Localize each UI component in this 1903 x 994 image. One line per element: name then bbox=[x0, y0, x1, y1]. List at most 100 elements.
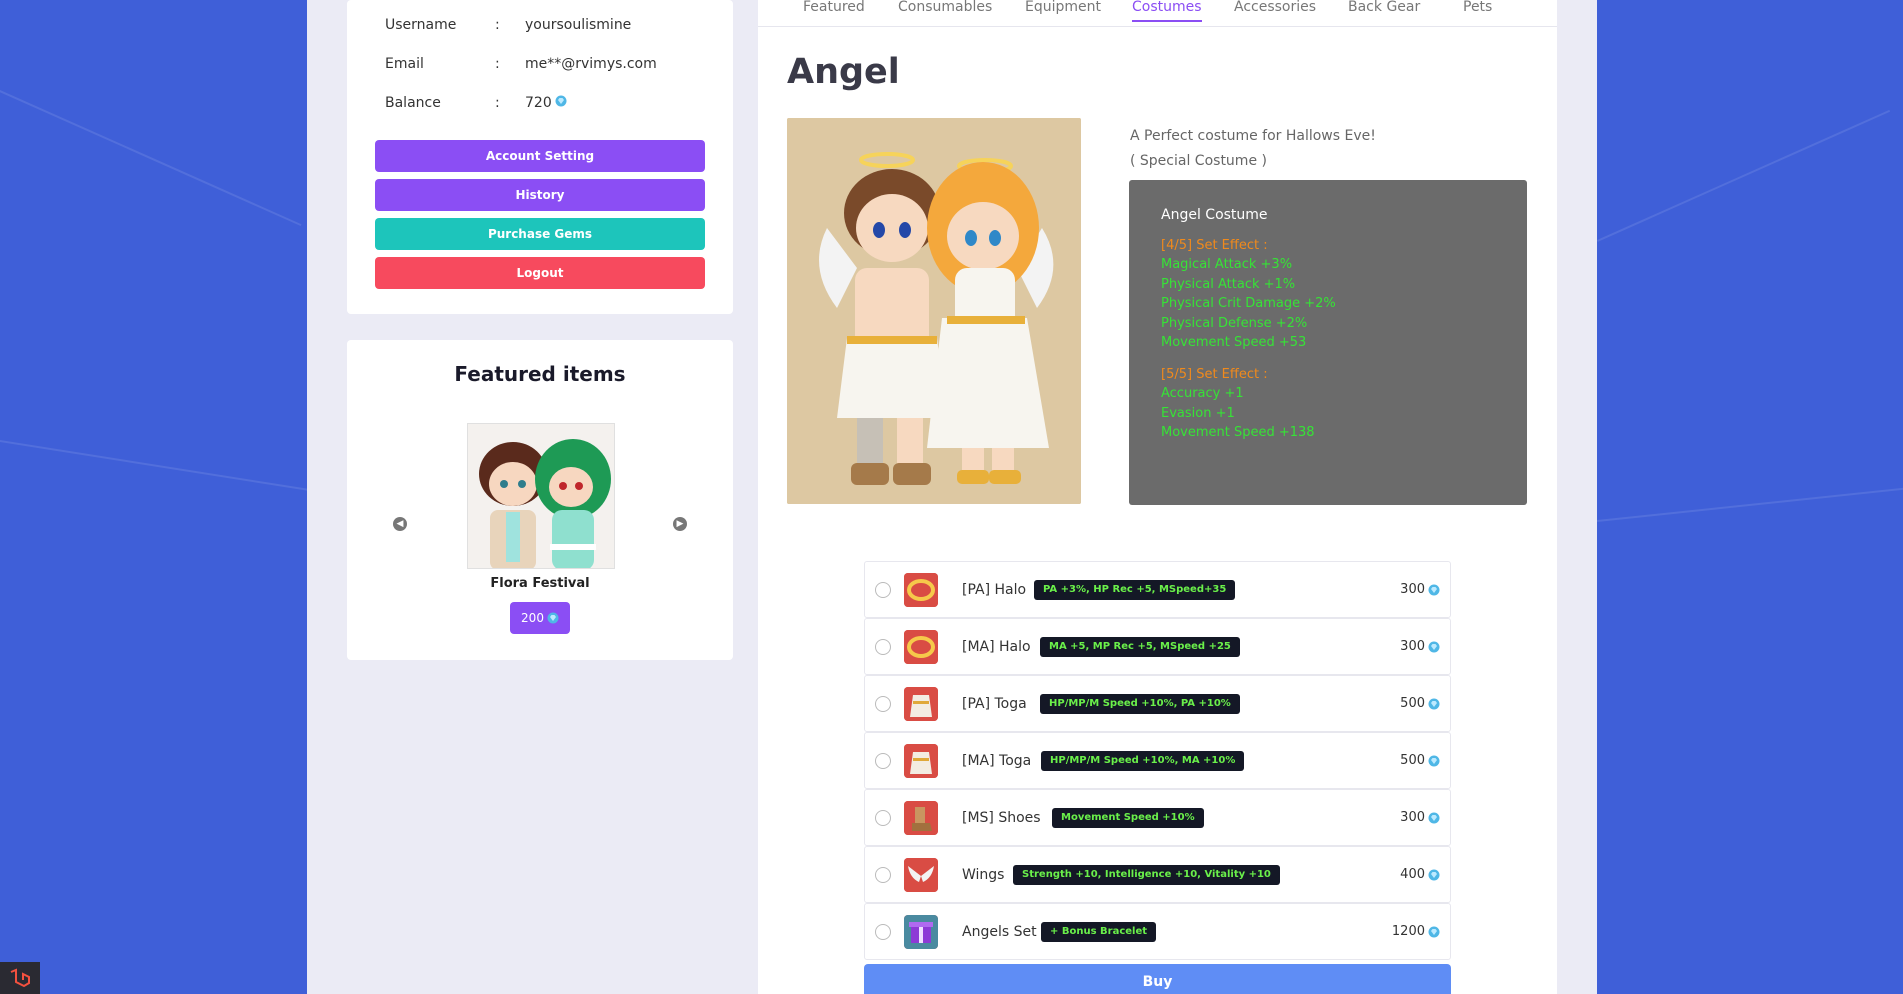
effects-heading: Angel Costume bbox=[1161, 207, 1268, 223]
item-name: [PA] Toga bbox=[962, 695, 1027, 712]
buy-button[interactable]: Buy bbox=[864, 964, 1451, 994]
item-radio[interactable] bbox=[875, 752, 891, 769]
item-option-list: [PA] Halo PA +3%, HP Rec +5, MSpeed+35 3… bbox=[864, 561, 1451, 960]
wings-icon bbox=[904, 857, 938, 892]
item-option-row[interactable]: [MA] Toga HP/MP/M Speed +10%, MA +10% 50… bbox=[864, 732, 1451, 789]
item-stat-badge: Strength +10, Intelligence +10, Vitality… bbox=[1013, 864, 1280, 885]
item-price: 500 bbox=[1400, 753, 1440, 768]
item-price-value: 1200 bbox=[1391, 924, 1425, 939]
gem-icon bbox=[1428, 584, 1440, 595]
item-stat-badge: + Bonus Bracelet bbox=[1041, 921, 1157, 942]
account-card: Username : yoursoulismine Email : me**@r… bbox=[347, 0, 733, 314]
item-option-row[interactable]: [MS] Shoes Movement Speed +10% 300 bbox=[864, 789, 1451, 846]
halo-icon bbox=[904, 572, 938, 607]
gem-icon bbox=[1428, 812, 1440, 823]
background-line bbox=[1597, 486, 1903, 522]
item-radio[interactable] bbox=[875, 638, 891, 655]
gift-box-icon bbox=[904, 914, 938, 949]
tab-costumes[interactable]: Costumes bbox=[1132, 0, 1202, 22]
toga-icon bbox=[904, 743, 938, 778]
tab-back-gear[interactable]: Back Gear bbox=[1348, 0, 1420, 15]
item-price-value: 300 bbox=[1400, 582, 1425, 597]
tab-accessories[interactable]: Accessories bbox=[1234, 0, 1316, 15]
separator: : bbox=[495, 95, 500, 111]
tab-consumables[interactable]: Consumables bbox=[898, 0, 992, 15]
carousel-prev-arrow-icon[interactable]: ◀ bbox=[393, 517, 407, 531]
item-radio[interactable] bbox=[875, 695, 891, 712]
item-name: [PA] Halo bbox=[962, 581, 1027, 598]
purchase-gems-button[interactable]: Purchase Gems bbox=[375, 218, 705, 250]
featured-item-price: 200 bbox=[521, 611, 544, 625]
gem-icon bbox=[547, 612, 559, 624]
item-price: 500 bbox=[1400, 696, 1440, 711]
item-price: 300 bbox=[1400, 582, 1440, 597]
item-stat-badge: Movement Speed +10% bbox=[1052, 807, 1204, 828]
item-radio[interactable] bbox=[875, 581, 891, 598]
set-effect-stat: Magical Attack +3% bbox=[1161, 257, 1293, 272]
gem-icon bbox=[1428, 869, 1440, 880]
featured-item-image[interactable] bbox=[467, 423, 615, 569]
item-radio[interactable] bbox=[875, 923, 891, 940]
history-button[interactable]: History bbox=[375, 179, 705, 211]
item-price-value: 400 bbox=[1400, 867, 1425, 882]
gem-icon bbox=[1428, 641, 1440, 652]
item-price: 1200 bbox=[1392, 924, 1440, 939]
item-radio[interactable] bbox=[875, 866, 891, 883]
product-subtitle: ( Special Costume ) bbox=[1130, 153, 1267, 169]
item-price-value: 500 bbox=[1400, 696, 1425, 711]
item-name: [MA] Toga bbox=[962, 752, 1032, 769]
tab-pets[interactable]: Pets bbox=[1463, 0, 1492, 15]
tab-equipment[interactable]: Equipment bbox=[1025, 0, 1101, 15]
item-option-row[interactable]: Angels Set + Bonus Bracelet 1200 bbox=[864, 903, 1451, 960]
balance-row: Balance : 720 bbox=[385, 95, 567, 111]
item-name: [MS] Shoes bbox=[962, 809, 1041, 826]
item-stat-badge: HP/MP/M Speed +10%, PA +10% bbox=[1040, 693, 1240, 714]
background-line bbox=[0, 440, 317, 493]
featured-title: Featured items bbox=[454, 362, 626, 386]
carousel-next-arrow-icon[interactable]: ▶ bbox=[673, 517, 687, 531]
set-effect-stat: Accuracy +1 bbox=[1161, 386, 1244, 401]
product-title: Angel bbox=[787, 52, 900, 92]
halo-icon bbox=[904, 629, 938, 664]
item-price: 400 bbox=[1400, 867, 1440, 882]
shoes-icon bbox=[904, 800, 938, 835]
separator: : bbox=[495, 56, 500, 72]
username-label: Username bbox=[385, 17, 457, 33]
email-row: Email : me**@rvimys.com bbox=[385, 56, 657, 72]
item-option-row[interactable]: [PA] Halo PA +3%, HP Rec +5, MSpeed+35 3… bbox=[864, 561, 1451, 618]
background-line bbox=[1597, 109, 1891, 242]
background-line bbox=[0, 90, 302, 227]
item-price-value: 500 bbox=[1400, 753, 1425, 768]
item-stat-badge: MA +5, MP Rec +5, MSpeed +25 bbox=[1040, 636, 1240, 657]
tab-featured[interactable]: Featured bbox=[803, 0, 865, 15]
set-effect-stat: Movement Speed +53 bbox=[1161, 335, 1307, 350]
item-price-value: 300 bbox=[1400, 639, 1425, 654]
item-radio[interactable] bbox=[875, 809, 891, 826]
set-effect-stat: Physical Crit Damage +2% bbox=[1161, 296, 1336, 311]
featured-item-price-button[interactable]: 200 bbox=[510, 602, 570, 634]
balance-label: Balance bbox=[385, 95, 441, 111]
laravel-logo-icon bbox=[0, 962, 40, 994]
set-effect-stat: Physical Attack +1% bbox=[1161, 276, 1296, 292]
set-effect-stat: Evasion +1 bbox=[1161, 405, 1235, 421]
item-price: 300 bbox=[1400, 810, 1440, 825]
item-stat-badge: HP/MP/M Speed +10%, MA +10% bbox=[1041, 750, 1245, 771]
separator: : bbox=[495, 17, 500, 33]
item-name: Angels Set bbox=[962, 923, 1037, 940]
logout-button[interactable]: Logout bbox=[375, 257, 705, 289]
product-image bbox=[787, 118, 1081, 504]
item-option-row[interactable]: Wings Strength +10, Intelligence +10, Vi… bbox=[864, 846, 1451, 903]
category-tabs: Featured Consumables Equipment Costumes … bbox=[758, 0, 1557, 27]
item-price: 300 bbox=[1400, 639, 1440, 654]
item-option-row[interactable]: [MA] Halo MA +5, MP Rec +5, MSpeed +25 3… bbox=[864, 618, 1451, 675]
set-effect-stat: Movement Speed +138 bbox=[1161, 425, 1315, 440]
item-option-row[interactable]: [PA] Toga HP/MP/M Speed +10%, PA +10% 50… bbox=[864, 675, 1451, 732]
product-description: A Perfect costume for Hallows Eve! bbox=[1130, 128, 1376, 144]
item-name: [MA] Halo bbox=[962, 638, 1031, 655]
gem-icon bbox=[1428, 698, 1440, 709]
account-setting-button[interactable]: Account Setting bbox=[375, 140, 705, 172]
item-stat-badge: PA +3%, HP Rec +5, MSpeed+35 bbox=[1034, 579, 1236, 600]
set-effect-4-label: [4/5] Set Effect : bbox=[1161, 237, 1268, 253]
email-value: me**@rvimys.com bbox=[525, 56, 657, 72]
username-row: Username : yoursoulismine bbox=[385, 17, 631, 33]
